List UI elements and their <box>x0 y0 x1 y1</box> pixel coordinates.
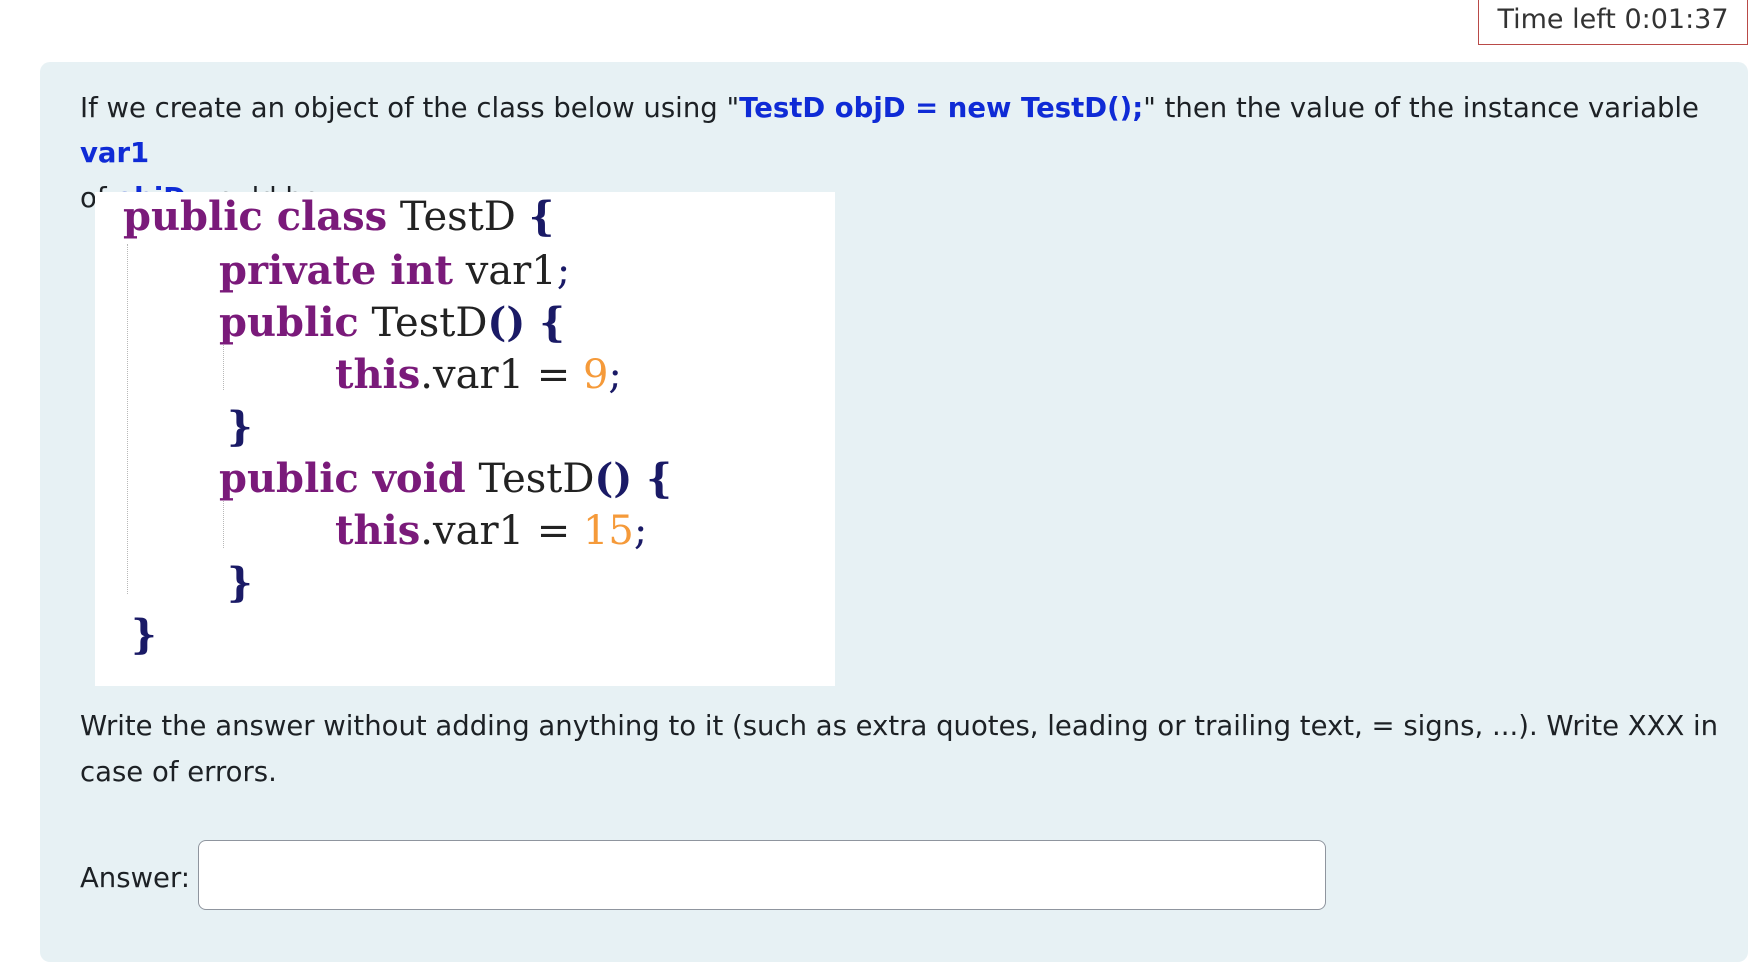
code-line-6: public void TestD() { <box>219 455 672 502</box>
time-left-indicator: Time left 0:01:37 <box>1478 0 1748 45</box>
code-line-4: this.var1 = 9; <box>335 351 622 398</box>
code-line-1: public class TestD { <box>123 193 555 240</box>
answer-label: Answer: <box>80 862 191 894</box>
code-line-8: } <box>227 559 253 606</box>
code-line-5: } <box>227 403 253 450</box>
prompt-text: " then the value of the instance variabl… <box>1143 92 1699 124</box>
prompt-variable-highlight: var1 <box>80 137 150 169</box>
code-line-2: private int var1; <box>219 247 571 294</box>
prompt-code-highlight: TestD objD = new TestD(); <box>739 92 1144 124</box>
code-line-3: public TestD() { <box>219 299 565 346</box>
code-line-9: } <box>131 611 157 658</box>
code-line-7: this.var1 = 15; <box>335 507 648 554</box>
prompt-text: If we create an object of the class belo… <box>80 92 740 124</box>
answer-input[interactable] <box>198 840 1326 910</box>
answer-instructions: Write the answer without adding anything… <box>80 710 1719 788</box>
indent-guide <box>127 244 128 594</box>
code-snippet-image: public class TestD { private int var1; p… <box>95 192 835 686</box>
